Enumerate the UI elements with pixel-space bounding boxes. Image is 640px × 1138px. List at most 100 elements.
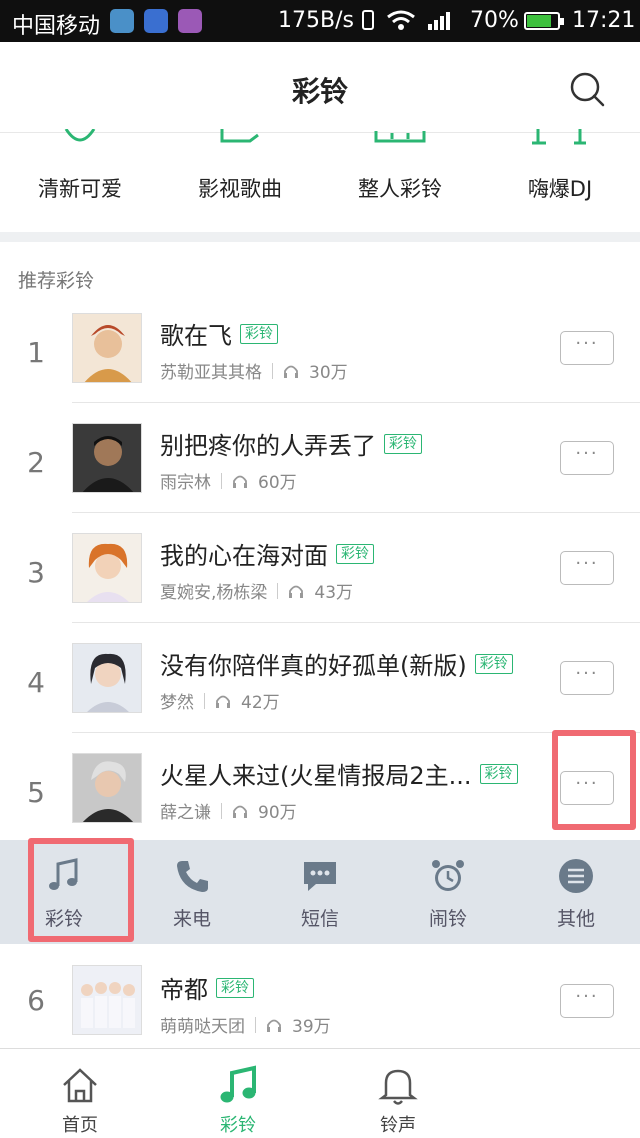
play-count: 60万 xyxy=(258,473,297,493)
gallery-notification-icon xyxy=(178,9,202,33)
list-item[interactable]: 6 帝都 彩铃 萌萌哒天团 39万 ··· xyxy=(0,948,640,1058)
menu-item-label: 其他 xyxy=(556,908,595,930)
phone-icon xyxy=(177,861,208,892)
message-icon xyxy=(304,862,336,891)
play-count: 43万 xyxy=(314,583,354,603)
menu-item-other[interactable]: 其他 xyxy=(512,840,640,944)
section-title: 推荐彩铃 xyxy=(18,270,95,292)
artist-name: 萌萌哒天团 xyxy=(160,1017,245,1037)
music-note-icon xyxy=(220,1065,256,1103)
album-cover xyxy=(72,423,142,493)
nav-home[interactable]: 首页 xyxy=(0,1049,160,1138)
menu-item-incoming-call[interactable]: 来电 xyxy=(128,840,256,944)
battery-icon xyxy=(524,12,564,30)
list-item[interactable]: 5 火星人来过(火星情报局2主... 彩铃 薛之谦 90万 ··· xyxy=(0,740,640,850)
highlight-box-ringback xyxy=(28,838,134,942)
album-cover xyxy=(72,313,142,383)
divider xyxy=(255,1016,256,1033)
menu-item-label: 闹铃 xyxy=(428,908,467,930)
menu-item-sms[interactable]: 短信 xyxy=(256,840,384,944)
category-label: 整人彩铃 xyxy=(358,177,442,201)
divider xyxy=(72,622,640,623)
artist-name: 雨宗林 xyxy=(160,473,211,493)
home-icon xyxy=(63,1068,97,1103)
ringback-tag: 彩铃 xyxy=(479,763,518,784)
clock: 17:21 xyxy=(572,8,636,33)
divider xyxy=(204,692,205,709)
rank-number: 2 xyxy=(27,446,45,479)
list-item[interactable]: 1 歌在飞 彩铃 苏勒亚其其格 30万 ··· xyxy=(0,300,640,410)
menu-item-alarm[interactable]: 闹铃 xyxy=(384,840,512,944)
headphone-icon xyxy=(284,365,298,378)
net-speed: 175B/s xyxy=(278,8,354,33)
album-cover xyxy=(72,643,142,713)
rank-number: 1 xyxy=(27,336,45,369)
song-title: 歌在飞 xyxy=(160,322,232,350)
headphone-icon xyxy=(289,585,304,598)
divider xyxy=(221,472,222,489)
category-prank[interactable]: 整人彩铃 xyxy=(320,131,480,233)
song-title: 没有你陪伴真的好孤单(新版) xyxy=(160,652,467,680)
divider xyxy=(221,802,222,819)
search-icon[interactable] xyxy=(568,70,606,108)
category-label: 嗨爆DJ xyxy=(527,177,593,201)
nav-ringback[interactable]: 彩铃 xyxy=(160,1049,320,1138)
headphone-icon xyxy=(267,1019,281,1032)
category-icon xyxy=(64,129,96,142)
album-cover xyxy=(72,533,142,603)
category-film-songs[interactable]: 影视歌曲 xyxy=(160,129,320,233)
more-button[interactable]: ··· xyxy=(560,984,614,1018)
play-count: 39万 xyxy=(292,1017,331,1037)
song-title: 帝都 xyxy=(160,976,208,1004)
system-icons xyxy=(360,8,452,32)
category-row: 清新可爱 影视歌曲 整人彩铃 嗨爆DJ xyxy=(0,129,640,233)
page-title: 彩铃 xyxy=(291,75,348,108)
nav-ringtone[interactable]: 铃声 xyxy=(320,1049,480,1138)
menu-circle-icon xyxy=(559,859,593,893)
artist-name: 夏婉安,杨栋梁 xyxy=(160,583,268,603)
song-title: 火星人来过(火星情报局2主... xyxy=(160,762,472,790)
app-screen: 中国移动 175B/s 70% 17:21 彩铃 清新可爱 影视歌曲 整人彩铃 … xyxy=(0,0,640,1138)
more-button[interactable]: ··· xyxy=(560,661,614,695)
notification-icons xyxy=(110,9,202,33)
menu-item-label: 来电 xyxy=(172,908,211,930)
highlight-box-more xyxy=(552,730,636,830)
wifi-icon xyxy=(387,10,415,30)
play-count: 30万 xyxy=(309,363,348,383)
nav-label: 首页 xyxy=(62,1115,98,1136)
rank-number: 4 xyxy=(27,666,45,699)
category-icon xyxy=(374,131,426,143)
artist-name: 梦然 xyxy=(160,693,194,713)
category-dj[interactable]: 嗨爆DJ xyxy=(480,129,640,233)
app-notification-icon xyxy=(110,9,134,33)
status-bar: 中国移动 175B/s 70% 17:21 xyxy=(0,0,640,42)
category-label: 清新可爱 xyxy=(38,177,122,201)
list-item[interactable]: 3 我的心在海对面 彩铃 夏婉安,杨栋梁 43万 ··· xyxy=(0,520,640,630)
more-button[interactable]: ··· xyxy=(560,441,614,475)
play-count: 90万 xyxy=(258,803,297,823)
list-item[interactable]: 2 别把疼你的人弄丢了 彩铃 雨宗林 60万 ··· xyxy=(0,410,640,520)
more-button[interactable]: ··· xyxy=(560,551,614,585)
rank-number: 5 xyxy=(27,776,45,809)
section-divider xyxy=(0,232,640,242)
headphone-icon xyxy=(233,805,247,818)
ringback-tag: 彩铃 xyxy=(384,433,422,454)
song-title: 别把疼你的人弄丢了 xyxy=(160,432,376,460)
play-count: 42万 xyxy=(241,693,280,713)
list-item[interactable]: 4 没有你陪伴真的好孤单(新版) 彩铃 梦然 42万 ··· xyxy=(0,630,640,740)
app-notification-icon xyxy=(144,9,168,33)
rank-number: 6 xyxy=(27,984,45,1017)
vibrate-icon xyxy=(362,10,374,30)
nav-label: 铃声 xyxy=(380,1115,416,1136)
category-label: 影视歌曲 xyxy=(198,177,282,201)
more-button[interactable]: ··· xyxy=(560,331,614,365)
headphone-icon xyxy=(216,695,230,708)
menu-item-label: 短信 xyxy=(300,908,339,930)
song-title: 我的心在海对面 xyxy=(160,542,328,570)
rank-number: 3 xyxy=(27,556,45,589)
bottom-nav: 首页 彩铃 铃声 xyxy=(0,1048,640,1138)
signal-icon xyxy=(428,12,450,30)
category-fresh-cute[interactable]: 清新可爱 xyxy=(0,129,160,233)
album-cover xyxy=(72,965,142,1035)
ringback-tag: 彩铃 xyxy=(240,323,278,344)
